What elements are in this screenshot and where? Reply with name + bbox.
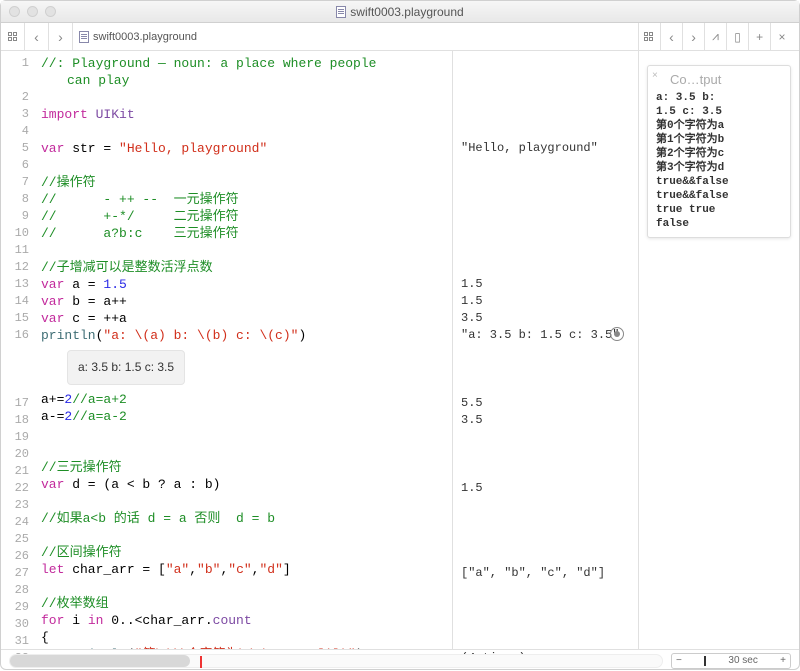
- timeline-control[interactable]: − 30 sec +: [671, 653, 791, 669]
- main-area: 1234567891011121314151617181920212223242…: [1, 51, 799, 649]
- close-assistant-button[interactable]: ×: [771, 23, 793, 51]
- line-gutter: 1234567891011121314151617181920212223242…: [1, 51, 35, 649]
- zoom-window-button[interactable]: [45, 6, 56, 17]
- grid-icon: [644, 32, 654, 42]
- timeline-label: 30 sec: [728, 655, 757, 666]
- result-value[interactable]: "a: 3.5 b: 1.5 c: 3.5": [461, 327, 630, 344]
- plus-icon: +: [756, 30, 763, 44]
- result-value[interactable]: ["a", "b", "c", "d"]: [461, 565, 630, 582]
- chevron-left-icon: ‹: [669, 30, 674, 44]
- close-window-button[interactable]: [9, 6, 20, 17]
- result-value[interactable]: 1.5: [461, 480, 630, 497]
- document-icon: [336, 6, 346, 18]
- window-titlebar: swift0003.playground: [1, 1, 799, 23]
- grid-icon: [8, 32, 18, 42]
- add-assistant-button[interactable]: +: [749, 23, 771, 51]
- console-body: a: 3.5 b:1.5 c: 3.5第0个字符为a第1个字符为b第2个字符为c…: [656, 91, 782, 231]
- result-value[interactable]: 5.5: [461, 395, 630, 412]
- back-button[interactable]: ‹: [25, 23, 49, 51]
- assistant-mode-button[interactable]: ⩘: [705, 23, 727, 51]
- breadcrumb-file: swift0003.playground: [93, 31, 197, 43]
- bottom-bar: − 30 sec +: [1, 649, 799, 671]
- assistant-view-button[interactable]: ▯: [727, 23, 749, 51]
- minimize-window-button[interactable]: [27, 6, 38, 17]
- playhead-icon: [704, 656, 706, 666]
- chevron-right-icon: ›: [58, 30, 63, 44]
- scrollbar-thumb[interactable]: [10, 655, 190, 667]
- timeline-increase-button[interactable]: +: [780, 655, 786, 666]
- console-title: Co…tput: [656, 72, 782, 87]
- results-sidebar: "Hello, playground" 1.5 1.5 3.5 "a: 3.5 …: [452, 51, 638, 649]
- close-icon: ×: [779, 30, 786, 44]
- link-icon: ⩘: [712, 29, 719, 44]
- code-editor[interactable]: //: Playground — noun: a place where peo…: [35, 51, 452, 649]
- document-icon: [79, 31, 89, 43]
- quicklook-button[interactable]: [610, 327, 624, 341]
- window-title: swift0003.playground: [1, 5, 799, 19]
- assistant-back-button[interactable]: ‹: [661, 23, 683, 51]
- editor-pane: 1234567891011121314151617181920212223242…: [1, 51, 639, 649]
- forward-button[interactable]: ›: [49, 23, 73, 51]
- result-value[interactable]: 3.5: [461, 310, 630, 327]
- related-items-button[interactable]: [1, 23, 25, 51]
- assistant-pane: × Co…tput a: 3.5 b:1.5 c: 3.5第0个字符为a第1个字…: [639, 51, 799, 649]
- window-title-text: swift0003.playground: [350, 5, 463, 19]
- result-value[interactable]: 3.5: [461, 412, 630, 429]
- close-icon[interactable]: ×: [652, 70, 658, 81]
- chevron-right-icon: ›: [691, 30, 696, 44]
- chevron-left-icon: ‹: [34, 30, 39, 44]
- result-value[interactable]: 1.5: [461, 293, 630, 310]
- timeline-marker: [200, 656, 202, 668]
- result-value[interactable]: "Hello, playground": [461, 140, 630, 157]
- column-icon: ▯: [734, 30, 741, 44]
- horizontal-scrollbar[interactable]: [9, 654, 663, 668]
- timeline-decrease-button[interactable]: −: [676, 655, 682, 666]
- jump-bar: ‹ › swift0003.playground ‹ › ⩘ ▯ + ×: [1, 23, 799, 51]
- inline-result-bubble[interactable]: a: 3.5 b: 1.5 c: 3.5: [67, 350, 185, 385]
- console-output-box[interactable]: × Co…tput a: 3.5 b:1.5 c: 3.5第0个字符为a第1个字…: [647, 65, 791, 238]
- breadcrumb[interactable]: swift0003.playground: [73, 31, 203, 43]
- traffic-lights: [9, 6, 56, 17]
- result-value[interactable]: 1.5: [461, 276, 630, 293]
- assistant-forward-button[interactable]: ›: [683, 23, 705, 51]
- assistant-related-button[interactable]: [639, 23, 661, 51]
